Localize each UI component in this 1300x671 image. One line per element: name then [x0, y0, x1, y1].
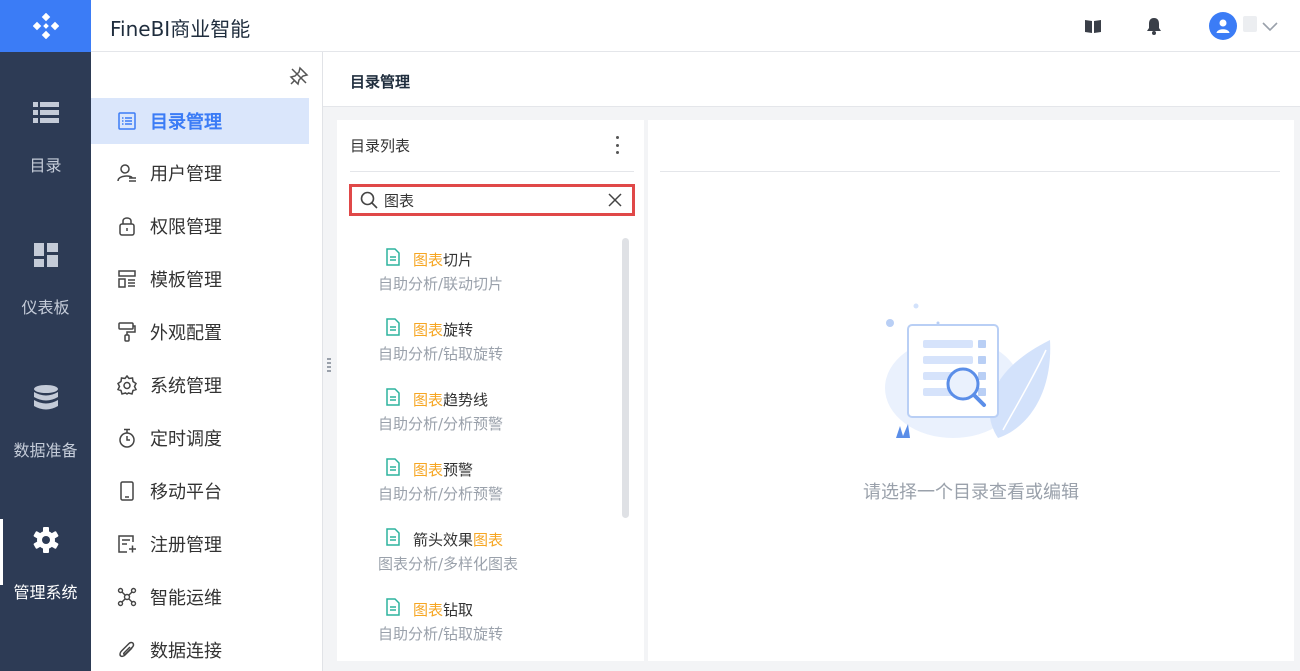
- result-name: 图表切片: [413, 251, 474, 269]
- document-icon: [386, 388, 400, 406]
- document-icon: [386, 458, 400, 476]
- menu-item-catalog-management[interactable]: 目录管理: [91, 98, 309, 144]
- avatar[interactable]: [1209, 12, 1237, 40]
- admin-menu: 目录管理 用户管理 权限管理 模板管理 外观配置 系统管理 定时调度 移动平台 …: [91, 52, 323, 671]
- result-path: 自助分析/钻取旋转: [378, 625, 504, 643]
- menu-item-label: 系统管理: [150, 376, 222, 397]
- more-options-icon[interactable]: [613, 136, 621, 154]
- rail-item-admin[interactable]: 管理系统: [0, 519, 91, 657]
- result-path: 自助分析/钻取旋转: [378, 345, 504, 363]
- menu-item-registration[interactable]: 注册管理: [91, 521, 309, 567]
- template-icon: [116, 268, 138, 290]
- user-name-redacted: [1243, 16, 1257, 32]
- ops-icon: [116, 586, 138, 608]
- result-name: 图表钻取: [413, 601, 474, 619]
- empty-state-illustration: [885, 303, 1051, 438]
- list-item[interactable]: 图表钻取 自助分析/钻取旋转: [377, 588, 617, 650]
- menu-item-label: 模板管理: [150, 270, 222, 291]
- menu-item-scheduling[interactable]: 定时调度: [91, 415, 309, 461]
- rail-item-catalog[interactable]: 目录: [0, 100, 91, 230]
- menu-item-label: 权限管理: [150, 217, 222, 238]
- menu-item-label: 外观配置: [150, 323, 222, 344]
- dashboard-icon: [33, 242, 59, 268]
- book-icon[interactable]: [1083, 16, 1103, 36]
- menu-item-system-management[interactable]: 系统管理: [91, 362, 309, 408]
- menu-item-data-connection[interactable]: 数据连接: [91, 627, 309, 671]
- lock-icon: [116, 215, 138, 237]
- document-icon: [386, 528, 400, 546]
- rail-item-dashboard[interactable]: 仪表板: [0, 242, 91, 372]
- settings-icon: [116, 374, 138, 396]
- register-icon: [116, 533, 138, 555]
- directory-list-title: 目录列表: [350, 137, 411, 155]
- bell-icon[interactable]: [1144, 16, 1164, 36]
- close-icon[interactable]: [606, 191, 624, 209]
- menu-item-label: 用户管理: [150, 164, 222, 185]
- pin-icon[interactable]: [289, 66, 309, 90]
- top-header: FineBI商业智能: [91, 0, 1300, 52]
- result-path: 自助分析/分析预警: [378, 485, 504, 503]
- menu-item-intelligent-ops[interactable]: 智能运维: [91, 574, 309, 620]
- stopwatch-icon: [116, 427, 138, 449]
- search-input[interactable]: [384, 191, 594, 209]
- list-item[interactable]: 图表旋转 自助分析/钻取旋转: [377, 308, 617, 370]
- directory-list-panel: 目录列表 图表切片 自助分析/联动切片 图表旋转 自助分析/钻取旋转 图表趋势线…: [337, 120, 644, 661]
- paperclip-icon: [116, 639, 138, 661]
- result-path: 自助分析/分析预警: [378, 415, 504, 433]
- document-icon: [386, 248, 400, 266]
- logo-icon: [32, 13, 59, 39]
- list-item[interactable]: 图表切片 自助分析/联动切片: [377, 238, 617, 300]
- menu-item-user-management[interactable]: 用户管理: [91, 150, 309, 196]
- app-rail: 目录 仪表板 数据准备 管理系统: [0, 0, 91, 671]
- menu-item-label: 智能运维: [150, 588, 222, 609]
- divider: [660, 171, 1280, 172]
- app-title: FineBI商业智能: [110, 17, 251, 41]
- page-title: 目录管理: [350, 73, 411, 91]
- list-item[interactable]: 图表预警 自助分析/分析预警: [377, 448, 617, 510]
- search-icon: [359, 190, 379, 210]
- results-scrollbar[interactable]: [622, 238, 629, 518]
- page-title-bar: 目录管理: [323, 52, 1300, 107]
- brush-icon: [116, 321, 138, 343]
- user-avatar-icon: [1216, 19, 1230, 33]
- document-icon: [386, 598, 400, 616]
- app-logo[interactable]: [0, 0, 91, 52]
- rail-item-label: 数据准备: [13, 441, 78, 460]
- resize-handle-menu[interactable]: [327, 358, 331, 372]
- divider: [350, 171, 634, 172]
- menu-item-label: 移动平台: [150, 482, 222, 503]
- empty-state-text: 请选择一个目录查看或编辑: [863, 482, 1079, 503]
- result-path: 图表分析/多样化图表: [378, 555, 519, 573]
- rail-item-data-prep[interactable]: 数据准备: [0, 385, 91, 515]
- menu-item-label: 注册管理: [150, 535, 222, 556]
- result-name: 图表预警: [413, 461, 474, 479]
- list-icon: [32, 100, 59, 126]
- result-name: 箭头效果图表: [413, 531, 504, 549]
- menu-item-mobile-platform[interactable]: 移动平台: [91, 468, 309, 514]
- search-box: [349, 184, 635, 216]
- menu-item-appearance[interactable]: 外观配置: [91, 309, 309, 355]
- menu-item-template-management[interactable]: 模板管理: [91, 256, 309, 302]
- rail-item-label: 管理系统: [13, 583, 78, 602]
- mobile-icon: [116, 480, 138, 502]
- result-path: 自助分析/联动切片: [378, 275, 504, 293]
- user-icon: [116, 162, 138, 184]
- gear-icon: [33, 527, 59, 553]
- list-item[interactable]: 图表趋势线 自助分析/分析预警: [377, 378, 617, 440]
- rail-item-label: 仪表板: [21, 298, 70, 317]
- catalog-icon: [116, 110, 138, 132]
- directory-detail-panel: 请选择一个目录查看或编辑: [648, 120, 1294, 661]
- menu-item-label: 目录管理: [150, 112, 222, 133]
- chevron-down-icon[interactable]: [1261, 17, 1279, 36]
- menu-item-permission-management[interactable]: 权限管理: [91, 203, 309, 249]
- result-name: 图表趋势线: [413, 391, 489, 409]
- list-item[interactable]: 箭头效果图表 图表分析/多样化图表: [377, 518, 617, 580]
- database-icon: [33, 385, 59, 411]
- document-icon: [386, 318, 400, 336]
- rail-item-label: 目录: [29, 156, 62, 175]
- menu-item-label: 定时调度: [150, 429, 222, 450]
- result-name: 图表旋转: [413, 321, 474, 339]
- menu-item-label: 数据连接: [150, 641, 222, 662]
